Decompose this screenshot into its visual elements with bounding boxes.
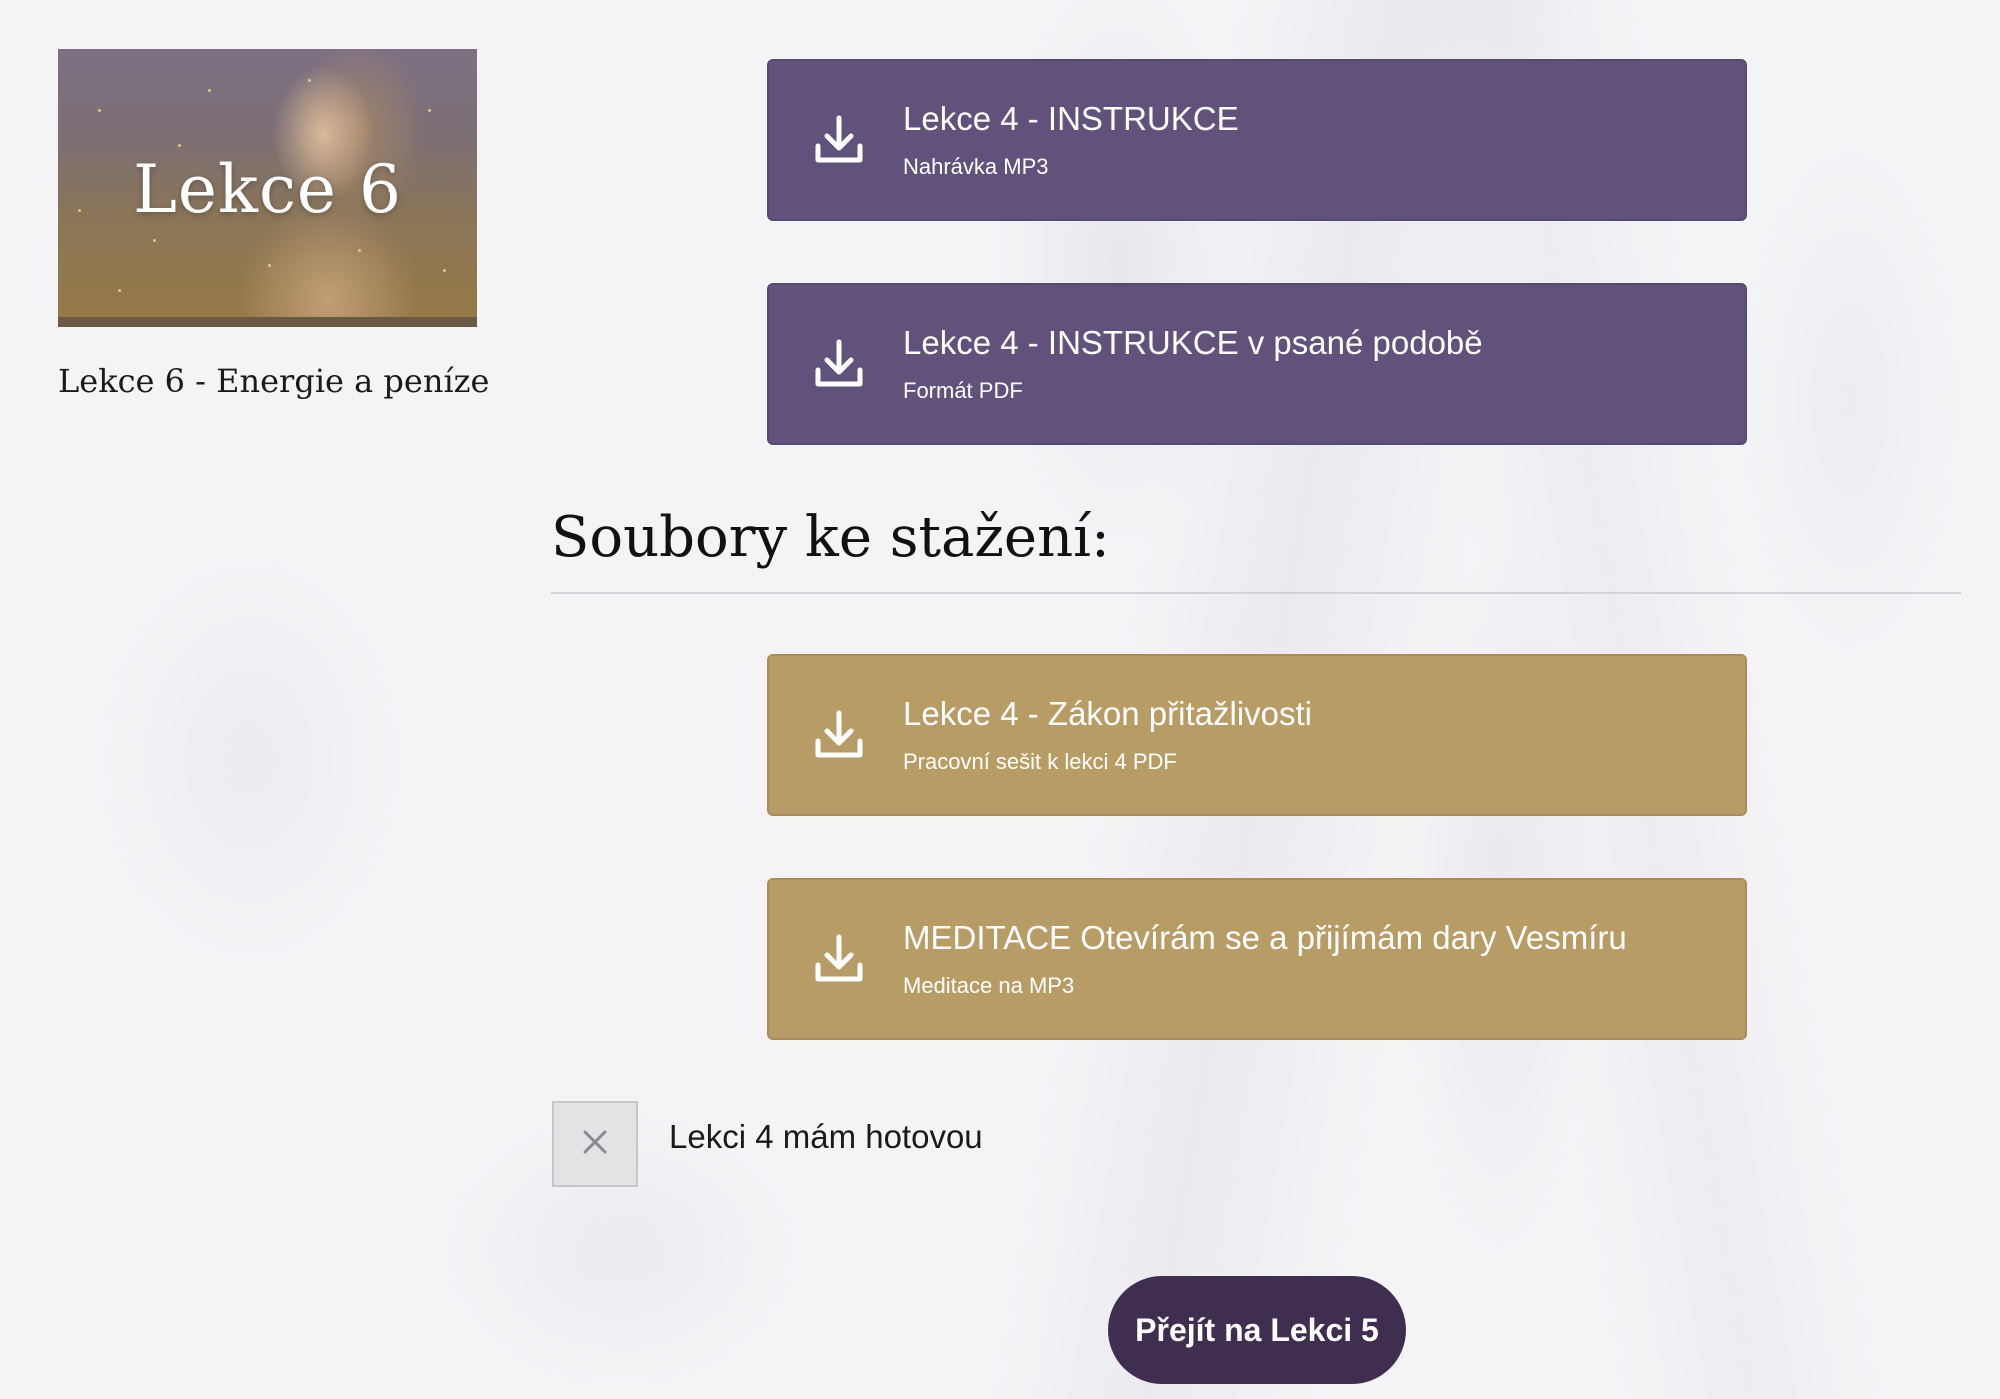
close-icon bbox=[581, 1128, 609, 1161]
download-icon bbox=[809, 705, 869, 765]
download-subtitle: Pracovní sešit k lekci 4 PDF bbox=[903, 749, 1177, 774]
download-title: Lekce 4 - Zákon přitažlivosti bbox=[903, 695, 1313, 732]
lesson-card[interactable]: Lekce 6 bbox=[58, 49, 477, 327]
lesson-caption[interactable]: Lekce 6 - Energie a peníze bbox=[58, 362, 489, 400]
lesson-complete-label[interactable]: Lekci 4 mám hotovou bbox=[669, 1118, 983, 1156]
lesson-complete-checkbox[interactable] bbox=[552, 1101, 638, 1187]
download-icon bbox=[809, 929, 869, 989]
download-subtitle: Nahrávka MP3 bbox=[903, 154, 1049, 179]
download-button-instructions-pdf[interactable]: Lekce 4 - INSTRUKCE v psané podobě Formá… bbox=[767, 283, 1747, 445]
lesson-image-title: Lekce 6 bbox=[133, 151, 402, 228]
next-lesson-button[interactable]: Přejít na Lekci 5 bbox=[1108, 1276, 1406, 1384]
download-button-workbook-pdf[interactable]: Lekce 4 - Zákon přitažlivosti Pracovní s… bbox=[767, 654, 1747, 816]
download-button-meditation-mp3[interactable]: MEDITACE Otevírám se a přijímám dary Ves… bbox=[767, 878, 1747, 1040]
download-title: Lekce 4 - INSTRUKCE v psané podobě bbox=[903, 324, 1483, 361]
section-heading-files: Soubory ke stažení: bbox=[551, 505, 1110, 570]
section-divider bbox=[551, 592, 1961, 594]
lesson-image-bar bbox=[58, 317, 477, 327]
download-icon bbox=[809, 110, 869, 170]
download-subtitle: Meditace na MP3 bbox=[903, 973, 1075, 998]
download-title: Lekce 4 - INSTRUKCE bbox=[903, 100, 1239, 137]
download-icon bbox=[809, 334, 869, 394]
download-subtitle: Formát PDF bbox=[903, 378, 1023, 403]
download-title: MEDITACE Otevírám se a přijímám dary Ves… bbox=[903, 919, 1627, 956]
download-button-instructions-mp3[interactable]: Lekce 4 - INSTRUKCE Nahrávka MP3 bbox=[767, 59, 1747, 221]
